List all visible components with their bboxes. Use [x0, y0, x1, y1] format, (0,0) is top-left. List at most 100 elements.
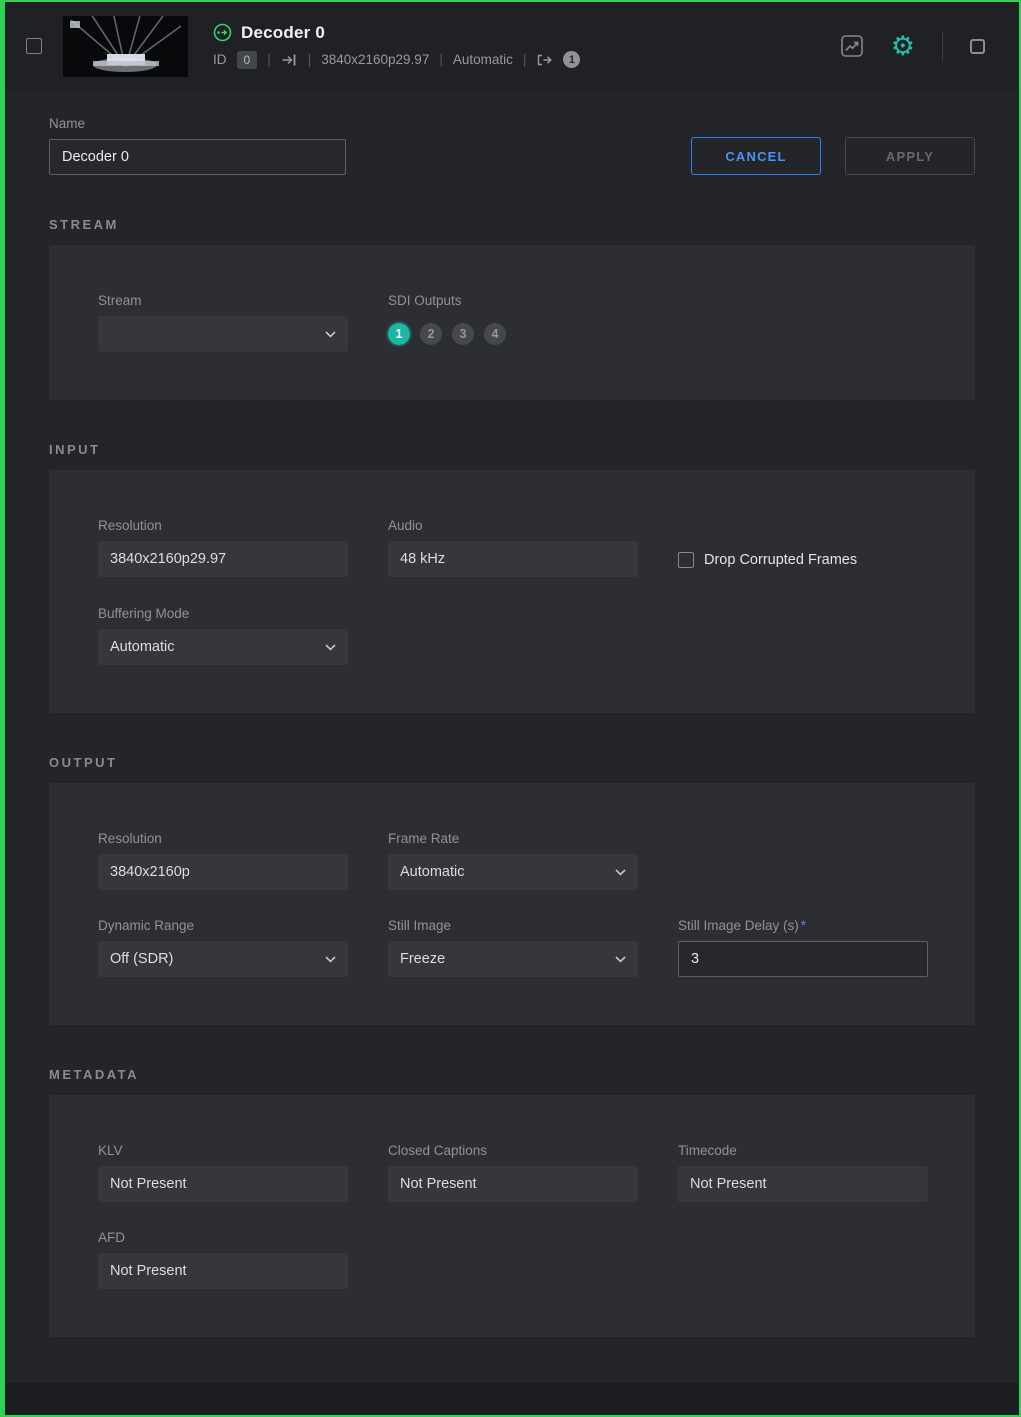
id-label: ID: [213, 52, 227, 67]
klv-value: Not Present: [98, 1166, 348, 1202]
dynamic-range-value: Off (SDR): [110, 951, 173, 967]
decoder-status-icon: [213, 23, 232, 42]
chevron-down-icon: [615, 869, 626, 876]
closed-captions-label: Closed Captions: [388, 1143, 638, 1158]
output-count-badge: 1: [563, 51, 580, 68]
toolbar-divider: [942, 31, 943, 61]
dynamic-range-select[interactable]: Off (SDR): [98, 941, 348, 977]
separator: |: [308, 52, 312, 67]
buffering-mode-value: Automatic: [110, 639, 174, 655]
name-input[interactable]: [49, 139, 346, 175]
still-image-delay-label-text: Still Image Delay (s): [678, 918, 799, 933]
page-title: Decoder 0: [241, 23, 325, 43]
sdi-output-3[interactable]: 3: [452, 323, 474, 345]
snapshot-button[interactable]: [970, 39, 985, 54]
stream-section: STREAM Stream SDI Outputs: [49, 218, 975, 400]
metadata-section: METADATA KLV Not Present Closed Captions…: [49, 1068, 975, 1337]
klv-label: KLV: [98, 1143, 348, 1158]
sdi-output-2[interactable]: 2: [420, 323, 442, 345]
frame-rate-value: Automatic: [400, 864, 464, 880]
input-stream-icon: [281, 53, 298, 67]
separator: |: [267, 52, 271, 67]
afd-text: Not Present: [110, 1263, 187, 1279]
drop-corrupted-frames-label: Drop Corrupted Frames: [704, 552, 857, 568]
chevron-down-icon: [325, 956, 336, 963]
still-image-delay-label: Still Image Delay (s)*: [678, 918, 928, 933]
drop-corrupted-frames-toggle[interactable]: Drop Corrupted Frames: [678, 542, 857, 578]
frame-rate-mode-meta: Automatic: [453, 52, 513, 67]
separator: |: [523, 52, 527, 67]
input-resolution-meta: 3840x2160p29.97: [321, 52, 429, 67]
output-stream-icon: [536, 53, 553, 67]
main-content: Name CANCEL APPLY STREAM Stream: [5, 90, 1019, 1383]
field-frame-rate: Frame Rate Automatic: [388, 831, 638, 890]
settings-button[interactable]: ⚙: [891, 33, 915, 60]
apply-button[interactable]: APPLY: [845, 137, 975, 175]
timecode-label: Timecode: [678, 1143, 928, 1158]
sdi-output-1[interactable]: 1: [388, 323, 410, 345]
title-block: Decoder 0 ID 0 | | 3840x2160p29.97 | Aut…: [213, 23, 580, 69]
field-klv: KLV Not Present: [98, 1143, 348, 1202]
input-resolution-value: 3840x2160p29.97: [98, 541, 348, 577]
square-icon: [970, 39, 985, 54]
buffering-mode-label: Buffering Mode: [98, 606, 348, 621]
still-image-value: Freeze: [400, 951, 445, 967]
field-name: Name: [49, 116, 346, 175]
output-resolution-text: 3840x2160p: [110, 864, 190, 880]
select-decoder-checkbox[interactable]: [26, 38, 42, 54]
drop-corrupted-frames-checkbox[interactable]: [678, 552, 694, 568]
separator: |: [439, 52, 443, 67]
field-still-image-delay: Still Image Delay (s)*: [678, 918, 928, 977]
frame-rate-label: Frame Rate: [388, 831, 638, 846]
dynamic-range-label: Dynamic Range: [98, 918, 348, 933]
thumbnail-image: [63, 16, 188, 77]
sdi-output-4[interactable]: 4: [484, 323, 506, 345]
field-output-resolution: Resolution 3840x2160p: [98, 831, 348, 890]
closed-captions-text: Not Present: [400, 1176, 477, 1192]
input-resolution-label: Resolution: [98, 518, 348, 533]
input-card: Resolution 3840x2160p29.97 Audio 48 kHz: [49, 470, 975, 713]
footer-strip: [5, 1383, 1019, 1415]
output-section: OUTPUT Resolution 3840x2160p Frame Rate …: [49, 756, 975, 1025]
sdi-output-selector: 1 2 3 4: [388, 316, 638, 352]
audio-value: 48 kHz: [388, 541, 638, 577]
input-section-heading: INPUT: [49, 443, 975, 457]
audio-text: 48 kHz: [400, 551, 445, 567]
stream-select[interactable]: [98, 316, 348, 352]
decoder-meta-row: ID 0 | | 3840x2160p29.97 | Automatic |: [213, 51, 580, 69]
field-closed-captions: Closed Captions Not Present: [388, 1143, 638, 1202]
frame-rate-select[interactable]: Automatic: [388, 854, 638, 890]
audio-label: Audio: [388, 518, 638, 533]
form-actions: CANCEL APPLY: [691, 137, 975, 175]
buffering-mode-select[interactable]: Automatic: [98, 629, 348, 665]
field-still-image: Still Image Freeze: [388, 918, 638, 977]
field-sdi-outputs: SDI Outputs 1 2 3 4: [388, 293, 638, 352]
input-section: INPUT Resolution 3840x2160p29.97 Audio 4…: [49, 443, 975, 713]
field-dynamic-range: Dynamic Range Off (SDR): [98, 918, 348, 977]
gear-icon: ⚙: [891, 33, 915, 60]
stream-label: Stream: [98, 293, 348, 308]
name-label: Name: [49, 116, 346, 131]
afd-label: AFD: [98, 1230, 348, 1245]
required-asterisk: *: [801, 918, 806, 933]
field-afd: AFD Not Present: [98, 1230, 348, 1289]
metadata-section-heading: METADATA: [49, 1068, 975, 1082]
statistics-button[interactable]: [840, 34, 864, 58]
chevron-down-icon: [615, 956, 626, 963]
field-timecode: Timecode Not Present: [678, 1143, 928, 1202]
input-resolution-text: 3840x2160p29.97: [110, 551, 226, 567]
field-buffering-mode: Buffering Mode Automatic: [98, 606, 348, 665]
header: Decoder 0 ID 0 | | 3840x2160p29.97 | Aut…: [5, 2, 1019, 90]
output-resolution-value: 3840x2160p: [98, 854, 348, 890]
timecode-value: Not Present: [678, 1166, 928, 1202]
cancel-button[interactable]: CANCEL: [691, 137, 821, 175]
id-badge: 0: [237, 51, 258, 69]
output-card: Resolution 3840x2160p Frame Rate Automat…: [49, 783, 975, 1025]
sdi-outputs-label: SDI Outputs: [388, 293, 638, 308]
still-image-delay-input[interactable]: [678, 941, 928, 977]
klv-text: Not Present: [110, 1176, 187, 1192]
stream-card: Stream SDI Outputs 1 2: [49, 245, 975, 400]
still-image-select[interactable]: Freeze: [388, 941, 638, 977]
field-input-resolution: Resolution 3840x2160p29.97: [98, 518, 348, 577]
topbar-actions: ⚙: [840, 31, 985, 61]
